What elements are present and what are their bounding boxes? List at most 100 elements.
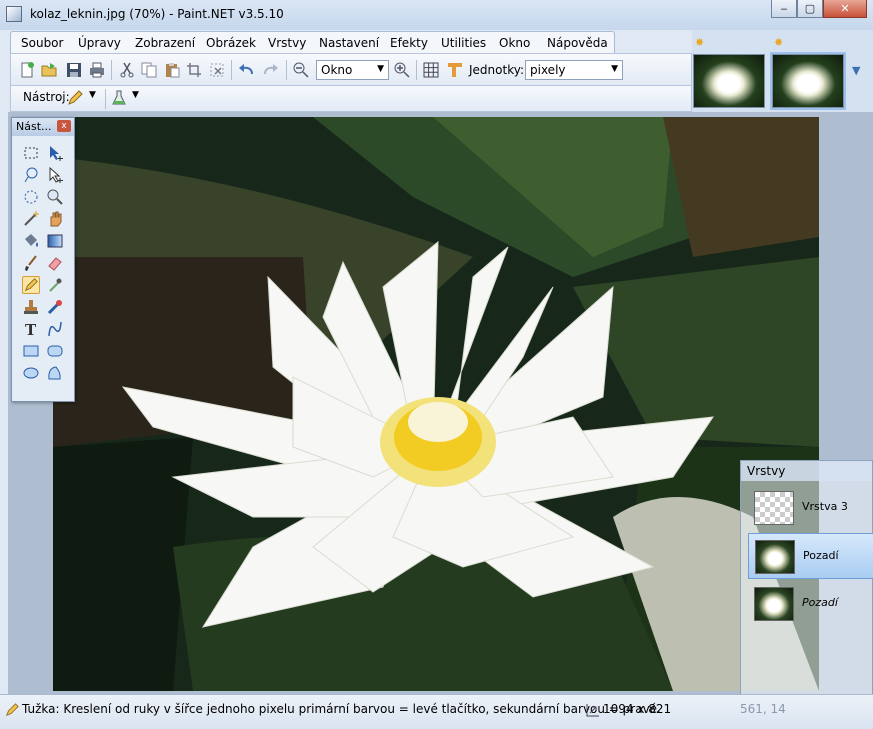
chevron-down-icon: ▼ — [377, 64, 384, 74]
svg-text:T: T — [25, 321, 37, 338]
image-size-icon — [586, 704, 599, 717]
redo-icon[interactable] — [263, 62, 279, 78]
blend-mode-flask-icon[interactable] — [111, 90, 127, 106]
zoom-icon[interactable] — [46, 188, 64, 206]
tools-window-header[interactable]: Nást... x — [12, 118, 74, 136]
toolbar-separator — [111, 60, 112, 80]
image-thumbnails: ✸ ✸ ▼ — [692, 30, 873, 112]
undo-icon[interactable] — [238, 62, 254, 78]
tool-options-toolbar: Nástroj: ▼ ▼ — [10, 86, 692, 112]
eraser-icon[interactable] — [46, 254, 64, 272]
water-lily-photo — [53, 117, 819, 691]
pencil-icon — [5, 703, 19, 717]
menu-bar: Soubor Úpravy Zobrazení Obrázek Vrstvy N… — [10, 31, 615, 54]
image-canvas[interactable] — [53, 117, 819, 691]
chevron-down-icon: ▼ — [611, 64, 618, 74]
rectangle-shape-icon[interactable] — [22, 342, 40, 360]
freeform-shape-icon[interactable] — [46, 364, 64, 382]
tool-label: Nástroj: — [23, 90, 70, 104]
deselect-icon[interactable] — [209, 62, 225, 78]
tools-window: Nást... x T — [11, 117, 75, 402]
toolbar-separator — [416, 60, 417, 80]
layer-thumbnail — [755, 540, 795, 574]
menu-efekty[interactable]: Efekty — [390, 36, 428, 50]
menu-napoveda[interactable]: Nápověda — [547, 36, 608, 50]
maximize-button[interactable]: ▢ — [797, 0, 823, 18]
image-thumbnail-1[interactable] — [693, 54, 765, 108]
crop-to-selection-icon[interactable] — [186, 62, 202, 78]
scroll-down-icon[interactable]: ▼ — [852, 64, 860, 77]
layers-window: Vrstvy Vrstva 3 Pozadí Pozadí ▣ ✕ ❐ ⇩ ▲ … — [740, 460, 873, 728]
line-curve-icon[interactable] — [46, 320, 64, 338]
zoom-out-icon[interactable] — [293, 62, 309, 78]
unsaved-star-icon: ✸ — [695, 36, 705, 49]
layer-name: Pozadí — [802, 596, 838, 609]
move-selected-pixels-icon[interactable] — [46, 144, 64, 162]
print-icon[interactable] — [89, 62, 105, 78]
save-icon[interactable] — [66, 62, 82, 78]
zoom-dropdown[interactable]: Okno ▼ — [316, 60, 389, 80]
zoom-in-icon[interactable] — [394, 62, 410, 78]
tools-window-close-button[interactable]: x — [57, 120, 71, 132]
minimize-button[interactable]: ‒ — [771, 0, 797, 18]
window-controls: ‒ ▢ ✕ — [771, 0, 867, 20]
copy-icon[interactable] — [141, 62, 157, 78]
paste-icon[interactable] — [164, 62, 180, 78]
menu-nastaveni[interactable]: Nastavení — [319, 36, 379, 50]
menu-soubor[interactable]: Soubor — [21, 36, 63, 50]
layer-item-selected[interactable]: Pozadí — [748, 533, 873, 579]
pan-hand-icon[interactable] — [46, 210, 64, 228]
menu-vrstvy[interactable]: Vrstvy — [268, 36, 306, 50]
menu-utilities[interactable]: Utilities — [441, 36, 486, 50]
units-value: pixely — [530, 63, 566, 77]
rounded-rectangle-icon[interactable] — [46, 342, 64, 360]
layer-name: Pozadí — [803, 549, 839, 562]
units-dropdown[interactable]: pixely ▼ — [525, 60, 623, 80]
menu-okno[interactable]: Okno — [499, 36, 530, 50]
paintbrush-icon[interactable] — [22, 254, 40, 272]
image-thumbnail-2[interactable] — [772, 54, 844, 108]
image-size: 1094 x 821 — [603, 702, 672, 716]
layer-thumbnail — [754, 587, 794, 621]
pencil-tool-selected[interactable] — [22, 276, 40, 294]
toolbar-separator — [286, 60, 287, 80]
title-bar: kolaz_leknin.jpg (70%) - Paint.NET v3.5.… — [0, 0, 873, 30]
ellipse-select-icon[interactable] — [22, 188, 40, 206]
move-selection-icon[interactable] — [46, 166, 64, 184]
lasso-select-icon[interactable] — [22, 166, 40, 184]
rectangle-select-icon[interactable] — [22, 144, 40, 162]
menu-obrazek[interactable]: Obrázek — [206, 36, 256, 50]
menu-upravy[interactable]: Úpravy — [78, 36, 121, 50]
magic-wand-icon[interactable] — [22, 210, 40, 228]
cut-icon[interactable] — [119, 62, 135, 78]
color-picker-icon[interactable] — [46, 276, 64, 294]
zoom-value: Okno — [321, 63, 353, 77]
new-file-icon[interactable] — [19, 62, 35, 78]
paint-bucket-icon[interactable] — [22, 232, 40, 250]
rulers-icon[interactable] — [447, 62, 463, 78]
layer-thumbnail — [754, 491, 794, 525]
window-title: kolaz_leknin.jpg (70%) - Paint.NET v3.5.… — [30, 7, 284, 21]
chevron-down-icon[interactable]: ▼ — [132, 90, 139, 100]
open-folder-icon[interactable] — [41, 62, 57, 78]
chevron-down-icon[interactable]: ▼ — [89, 90, 96, 100]
tools-window-title: Nást... — [16, 120, 52, 133]
layers-window-title[interactable]: Vrstvy — [741, 461, 872, 481]
status-bar: Tužka: Kreslení od ruky v šířce jednoho … — [0, 694, 873, 729]
status-message: Tužka: Kreslení od ruky v šířce jednoho … — [22, 702, 661, 716]
text-tool-icon[interactable]: T — [22, 320, 40, 338]
layer-item[interactable]: Pozadí — [748, 581, 873, 627]
cursor-coordinates: 561, 14 — [740, 702, 786, 716]
gradient-icon[interactable] — [46, 232, 64, 250]
grid-icon[interactable] — [423, 62, 439, 78]
unsaved-star-icon: ✸ — [774, 36, 784, 49]
ellipse-shape-icon[interactable] — [22, 364, 40, 382]
clone-stamp-icon[interactable] — [22, 298, 40, 316]
pencil-icon — [24, 278, 38, 292]
layer-item[interactable]: Vrstva 3 — [748, 485, 873, 531]
pencil-tool-icon[interactable] — [67, 90, 83, 106]
close-button[interactable]: ✕ — [823, 0, 867, 18]
menu-zobrazeni[interactable]: Zobrazení — [135, 36, 195, 50]
toolbar-separator — [105, 89, 106, 109]
recolor-icon[interactable] — [46, 298, 64, 316]
